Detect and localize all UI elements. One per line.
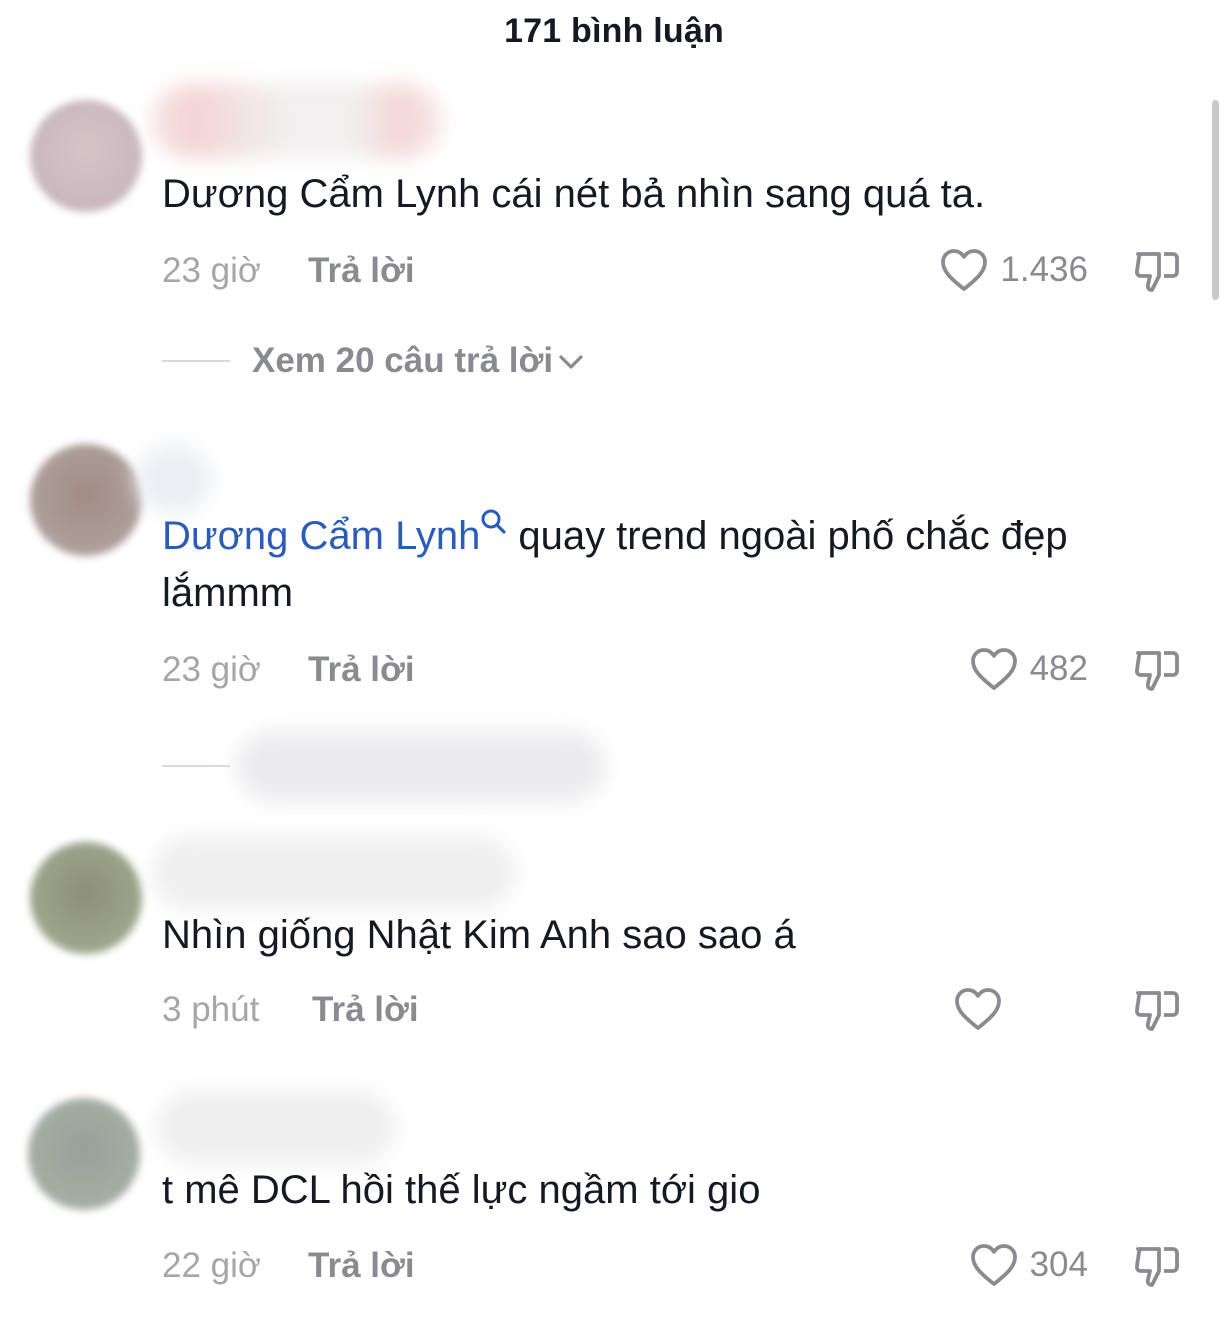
reply-button[interactable]: Trả lời: [312, 990, 419, 1030]
view-replies-button[interactable]: [162, 730, 606, 802]
comments-count-title: 171 bình luận: [504, 12, 724, 50]
mention-link[interactable]: Dương Cẩm Lynh: [162, 514, 480, 558]
heart-outline-icon: [970, 648, 1017, 690]
comment-text: t mê DCL hồi thế lực ngầm tới gio: [162, 1168, 761, 1212]
username-blurred[interactable]: [152, 836, 516, 910]
reply-button[interactable]: Trả lời: [308, 1246, 415, 1286]
search-icon: [481, 509, 506, 534]
comment-time: 23 giờ: [162, 251, 261, 290]
username-blurred[interactable]: [136, 444, 212, 514]
like-count: 1.436: [1000, 250, 1088, 289]
avatar[interactable]: [30, 100, 142, 212]
like-button[interactable]: 482: [970, 644, 1088, 694]
reply-button[interactable]: Trả lời: [308, 650, 415, 690]
avatar[interactable]: [30, 444, 142, 556]
scrollbar[interactable]: [1212, 100, 1219, 300]
dislike-button[interactable]: [1132, 986, 1182, 1039]
thumbs-down-icon: [1134, 991, 1179, 1031]
view-replies-label: Xem 20 câu trả lời: [252, 341, 554, 380]
username-blurred[interactable]: [152, 84, 442, 158]
comment-time: 23 giờ: [162, 650, 261, 689]
comment-meta: 23 giờ Trả lời 482: [162, 644, 1192, 694]
comment-meta: 3 phút Trả lời: [162, 984, 1192, 1034]
thumbs-down-icon: [1134, 651, 1179, 691]
dislike-button[interactable]: [1132, 1242, 1182, 1295]
comment-text: Dương Cẩm Lynh cái nét bả nhìn sang quá …: [162, 172, 986, 216]
avatar[interactable]: [30, 842, 142, 954]
like-button[interactable]: 304: [970, 1240, 1088, 1290]
reply-button[interactable]: Trả lời: [308, 251, 415, 291]
heart-outline-icon: [955, 988, 1001, 1030]
comment-text: Dương Cẩm Lynh quay trend ngoài phố chắc …: [162, 508, 1192, 622]
thumbs-down-icon: [1134, 252, 1179, 292]
thumbs-down-icon: [1134, 1247, 1179, 1287]
replies-divider: [162, 765, 230, 767]
dislike-button[interactable]: [1132, 247, 1182, 300]
comment-time: 22 giờ: [162, 1246, 261, 1285]
replies-divider: [162, 360, 230, 362]
comment-text: Nhìn giống Nhật Kim Anh sao sao á: [162, 913, 796, 957]
heart-outline-icon: [941, 249, 988, 291]
chevron-down-icon: [559, 355, 583, 369]
like-button[interactable]: 1.436: [940, 245, 1088, 295]
view-replies-blurred: [236, 730, 606, 802]
like-count: 304: [1029, 1245, 1088, 1284]
dislike-button[interactable]: [1132, 646, 1182, 699]
username-blurred[interactable]: [156, 1090, 396, 1164]
comment-time: 3 phút: [162, 990, 260, 1029]
comment-meta: 23 giờ Trả lời 1.436: [162, 245, 1192, 295]
like-count: 482: [1029, 649, 1088, 688]
avatar[interactable]: [28, 1098, 140, 1210]
comment-meta: 22 giờ Trả lời 304: [162, 1240, 1192, 1290]
like-button[interactable]: [954, 984, 1014, 1034]
view-replies-button[interactable]: Xem 20 câu trả lời: [162, 336, 585, 386]
heart-outline-icon: [970, 1244, 1017, 1286]
